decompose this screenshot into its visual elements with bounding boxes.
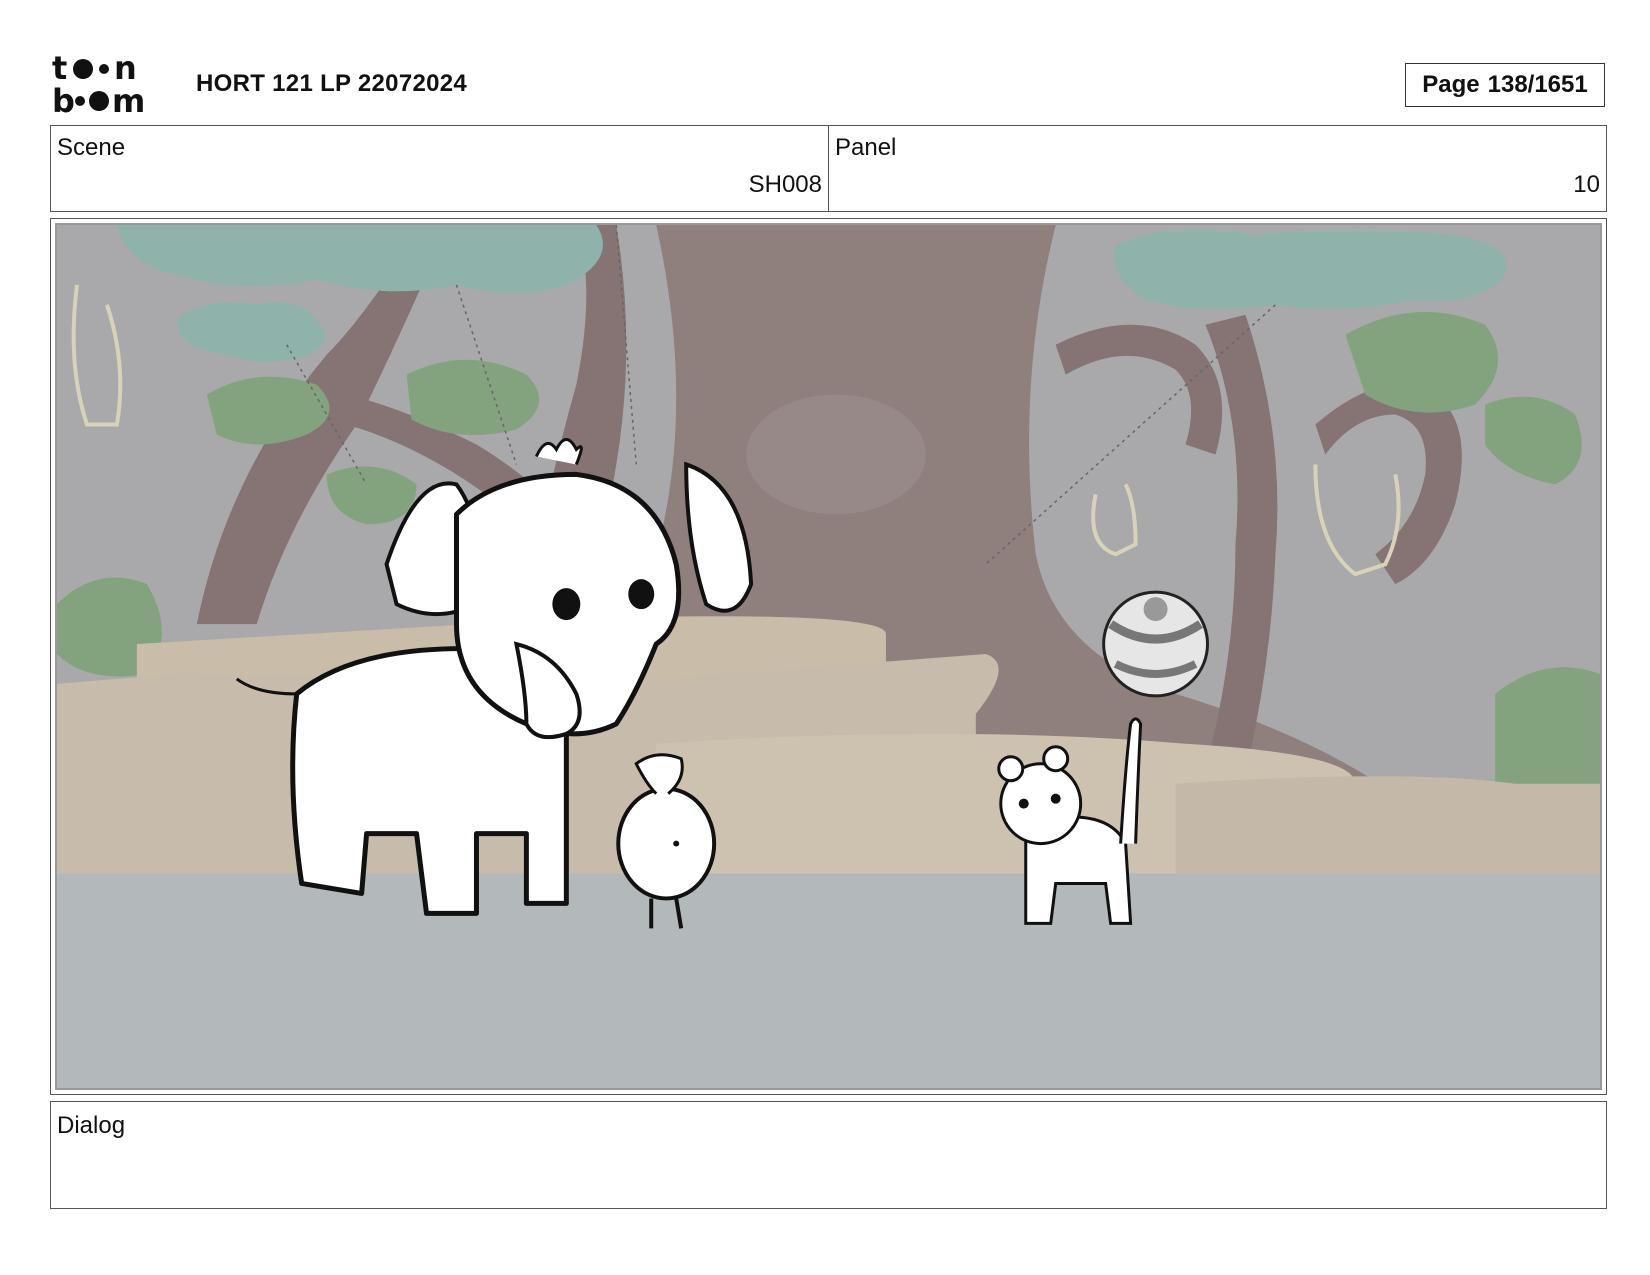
project-title: HORT 121 LP 22072024	[196, 70, 468, 97]
scene-panel-info: Scene SH008 Panel 10	[50, 125, 1607, 212]
storyboard-panel	[50, 218, 1607, 1095]
page-label: Page	[1422, 71, 1480, 98]
ball-icon	[1102, 590, 1210, 698]
scene-label: Scene	[57, 134, 126, 161]
panel-label: Panel	[835, 134, 897, 161]
toonboom-logo: t n b m	[52, 49, 172, 120]
page-counter: Page 138/1651	[1405, 63, 1605, 107]
scene-value: SH008	[748, 171, 822, 198]
page-number: 138/1651	[1487, 71, 1588, 98]
panel-value: 10	[1573, 171, 1600, 198]
dialog-box: Dialog	[50, 1101, 1607, 1209]
panel-cell: Panel 10	[828, 126, 1606, 211]
dialog-label: Dialog	[57, 1112, 126, 1139]
panel-artwork	[55, 223, 1602, 1090]
scene-cell: Scene SH008	[51, 126, 828, 211]
svg-text:m: m	[112, 82, 145, 116]
svg-text:b: b	[52, 82, 75, 116]
